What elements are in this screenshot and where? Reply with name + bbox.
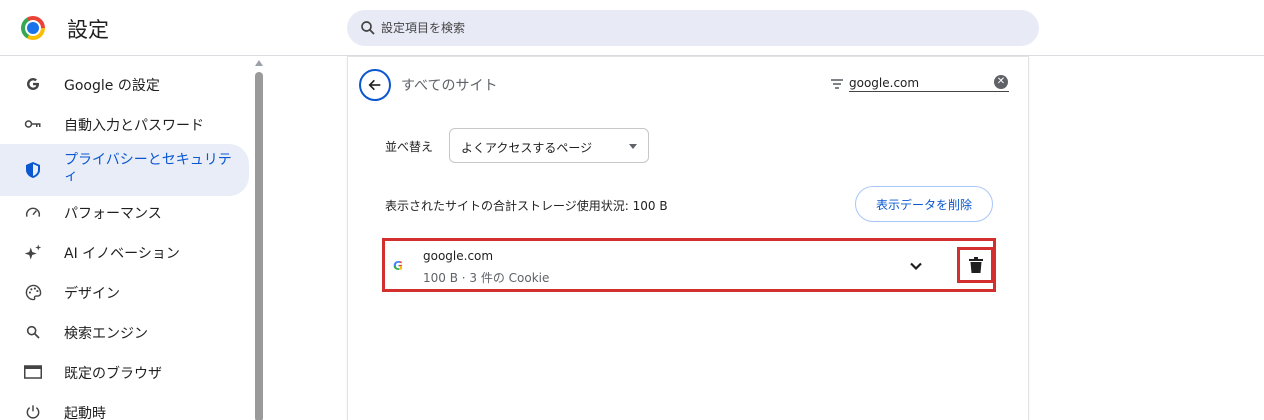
sidebar-item-default-browser[interactable]: 既定のブラウザ	[0, 352, 249, 392]
sort-label: 並べ替え	[385, 140, 434, 154]
key-icon	[24, 115, 42, 133]
shield-icon	[24, 161, 42, 179]
chevron-down-icon[interactable]	[908, 258, 924, 274]
filter-icon	[831, 79, 843, 89]
section-title: すべてのサイト	[401, 78, 498, 94]
search-input[interactable]	[381, 10, 1021, 46]
sidebar-item-label: 既定のブラウザ	[64, 366, 162, 382]
sidebar-item-label: 自動入力とパスワード	[64, 118, 204, 134]
speedometer-icon	[24, 203, 42, 221]
sidebar-item-label: Google の設定	[64, 78, 160, 94]
settings-search[interactable]	[347, 10, 1039, 46]
sort-select[interactable]: よくアクセスするページ	[449, 128, 649, 163]
clear-filter-icon[interactable]: ✕	[994, 75, 1008, 89]
sidebar-scrollbar[interactable]	[254, 58, 263, 420]
page-title: 設定	[67, 18, 109, 42]
sidebar-item-label: 起動時	[64, 406, 106, 420]
sidebar-item-google[interactable]: Google の設定	[0, 64, 249, 104]
sidebar-item-appearance[interactable]: デザイン	[0, 272, 249, 312]
palette-icon	[24, 283, 42, 301]
sparkle-icon	[24, 243, 42, 261]
site-filter-input[interactable]	[849, 74, 1009, 92]
google-g-icon	[24, 75, 42, 93]
dropdown-caret-icon	[629, 144, 637, 149]
search-icon	[24, 323, 42, 341]
scroll-up-arrow-icon[interactable]	[255, 60, 263, 66]
back-button[interactable]	[359, 69, 391, 101]
sidebar: Google の設定 自動入力とパスワード プライバシーとセキュリティ パフォー…	[0, 57, 264, 420]
header: 設定	[0, 0, 1264, 56]
delete-displayed-data-button[interactable]: 表示データを削除	[855, 186, 993, 222]
site-storage-detail: 100 B · 3 件の Cookie	[423, 271, 550, 285]
sidebar-item-label: AI イノベーション	[64, 246, 180, 262]
sidebar-item-performance[interactable]: パフォーマンス	[0, 192, 249, 232]
google-favicon-icon: G	[393, 260, 405, 272]
storage-usage-text: 表示されたサイトの合計ストレージ使用状況: 100 B	[385, 199, 668, 213]
sidebar-item-privacy[interactable]: プライバシーとセキュリティ	[0, 144, 249, 196]
sidebar-item-label: 検索エンジン	[64, 326, 148, 342]
sidebar-item-search-engine[interactable]: 検索エンジン	[0, 312, 249, 352]
power-icon	[24, 403, 42, 420]
trash-icon	[968, 257, 983, 273]
search-icon	[361, 21, 375, 35]
browser-window-icon	[24, 363, 42, 381]
site-name: google.com	[423, 249, 494, 263]
sidebar-item-label: パフォーマンス	[64, 206, 162, 222]
delete-site-button[interactable]	[957, 247, 994, 283]
sort-select-value: よくアクセスするページ	[461, 141, 593, 155]
sidebar-item-autofill[interactable]: 自動入力とパスワード	[0, 104, 249, 144]
sidebar-item-label: プライバシーとセキュリティ	[64, 152, 232, 184]
sidebar-item-ai[interactable]: AI イノベーション	[0, 232, 249, 272]
scroll-thumb[interactable]	[255, 72, 263, 420]
site-row[interactable]: G google.com 100 B · 3 件の Cookie	[382, 238, 996, 292]
arrow-back-icon	[368, 79, 381, 91]
all-sites-card: すべてのサイト ✕ 並べ替え よくアクセスするページ 表示されたサイトの合計スト…	[348, 57, 1028, 420]
sidebar-item-startup[interactable]: 起動時	[0, 392, 249, 420]
chrome-logo-icon	[21, 16, 45, 40]
sidebar-item-label: デザイン	[64, 286, 120, 302]
